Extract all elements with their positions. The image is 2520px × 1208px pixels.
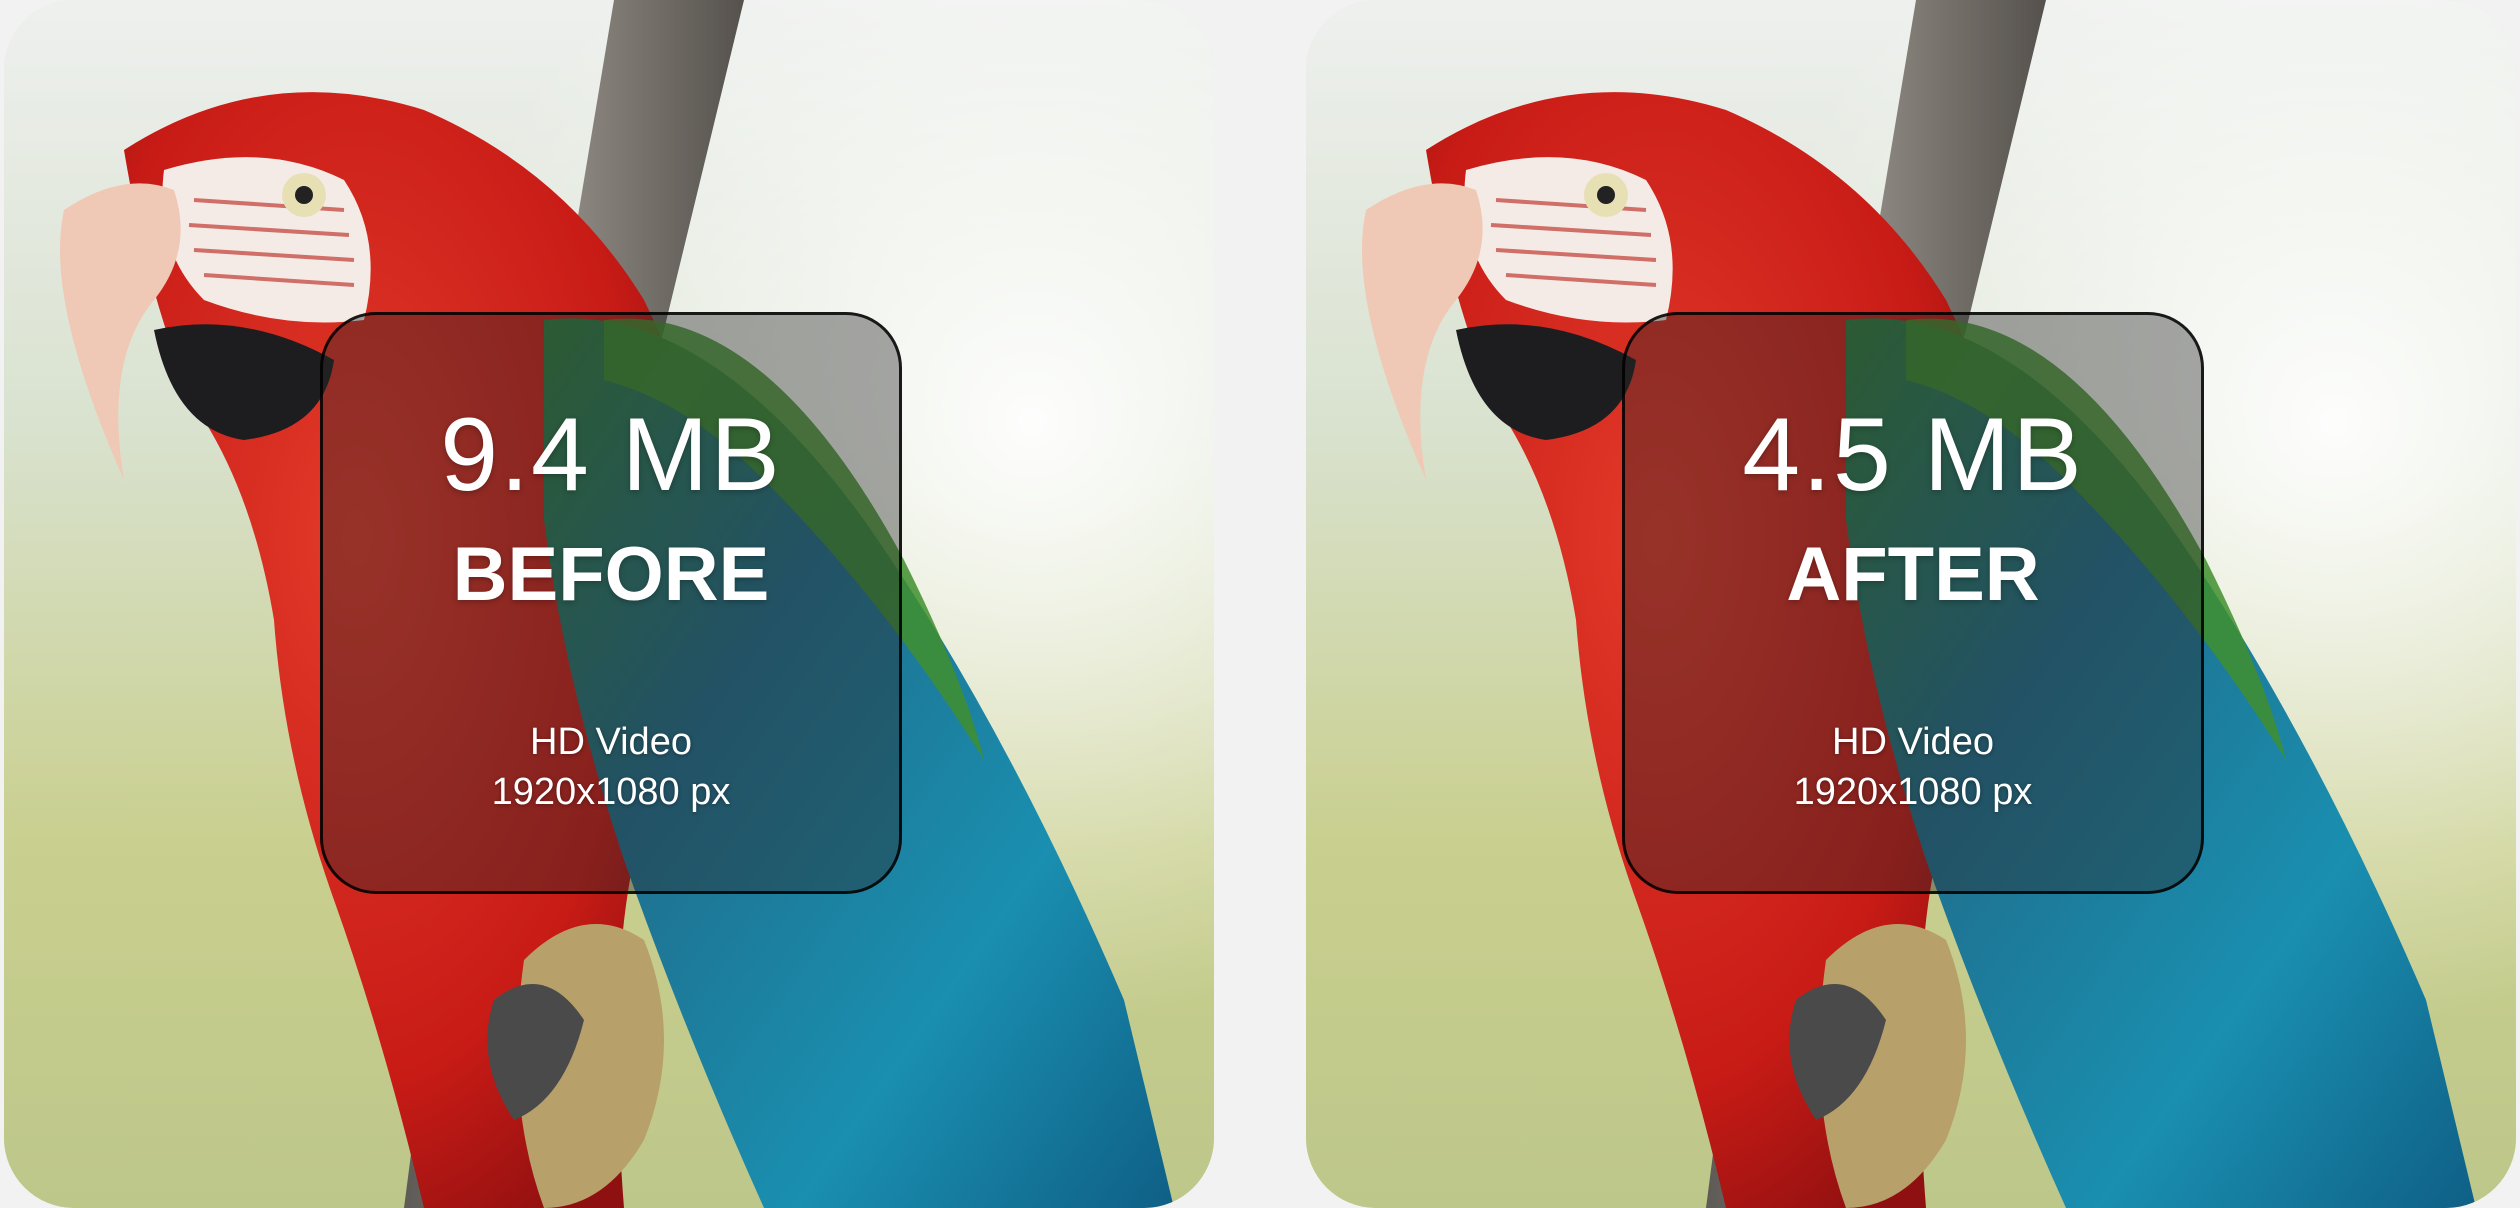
before-panel: 9.4 MB BEFORE HD Video 1920x1080 px bbox=[4, 0, 1214, 1208]
before-info-card: 9.4 MB BEFORE HD Video 1920x1080 px bbox=[320, 312, 902, 894]
before-resolution: 1920x1080 px bbox=[491, 771, 731, 813]
after-resolution: 1920x1080 px bbox=[1793, 771, 2033, 813]
after-info-card: 4.5 MB AFTER HD Video 1920x1080 px bbox=[1622, 312, 2204, 894]
after-format: HD Video bbox=[1832, 721, 1994, 763]
before-format: HD Video bbox=[530, 721, 692, 763]
before-label: BEFORE bbox=[452, 532, 770, 617]
after-panel: 4.5 MB AFTER HD Video 1920x1080 px bbox=[1306, 0, 2516, 1208]
before-file-size: 9.4 MB bbox=[440, 397, 782, 513]
after-file-size: 4.5 MB bbox=[1742, 397, 2084, 513]
comparison-stage: 9.4 MB BEFORE HD Video 1920x1080 px 4.5 … bbox=[0, 0, 2520, 1208]
after-label: AFTER bbox=[1786, 532, 2040, 617]
